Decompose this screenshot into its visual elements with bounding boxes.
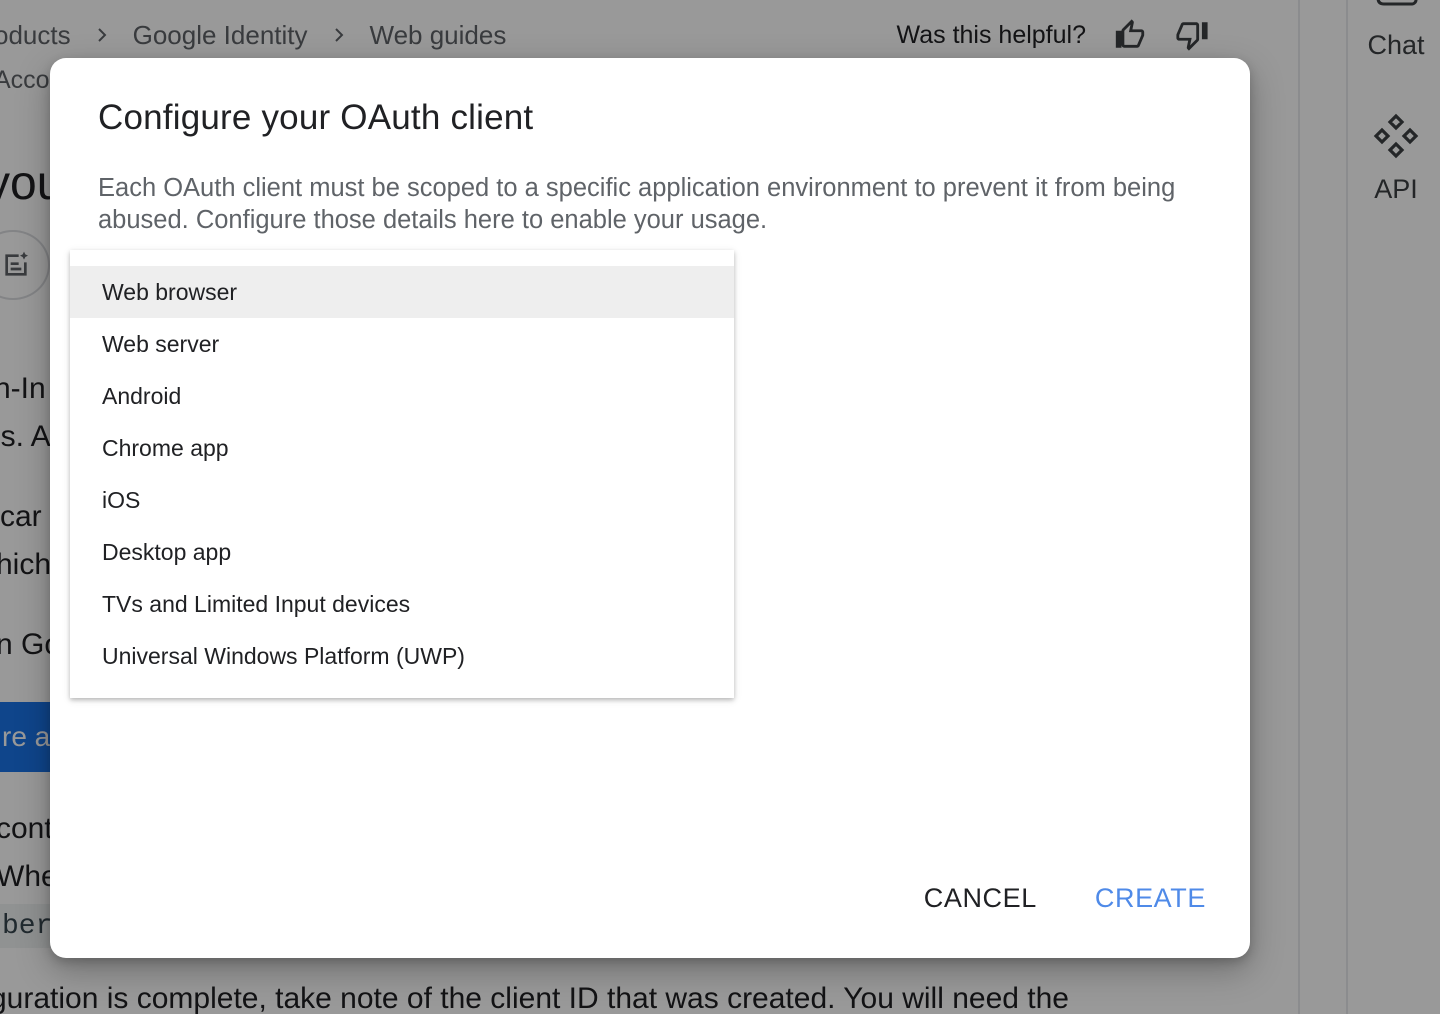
application-type-dropdown: Web browser Web server Android Chrome ap… [70,250,734,698]
option-ios[interactable]: iOS [70,474,734,526]
oauth-client-dialog: Configure your OAuth client Each OAuth c… [50,58,1250,958]
create-button[interactable]: CREATE [1095,877,1206,920]
option-tvs-limited-input[interactable]: TVs and Limited Input devices [70,578,734,630]
dialog-actions: CANCEL CREATE [924,877,1206,920]
option-chrome-app[interactable]: Chrome app [70,422,734,474]
option-web-server[interactable]: Web server [70,318,734,370]
option-web-browser[interactable]: Web browser [70,266,734,318]
cancel-button[interactable]: CANCEL [924,877,1037,920]
option-uwp[interactable]: Universal Windows Platform (UWP) [70,630,734,682]
dialog-description: Each OAuth client must be scoped to a sp… [98,174,1176,234]
option-android[interactable]: Android [70,370,734,422]
dialog-title: Configure your OAuth client [98,98,534,137]
option-desktop-app[interactable]: Desktop app [70,526,734,578]
